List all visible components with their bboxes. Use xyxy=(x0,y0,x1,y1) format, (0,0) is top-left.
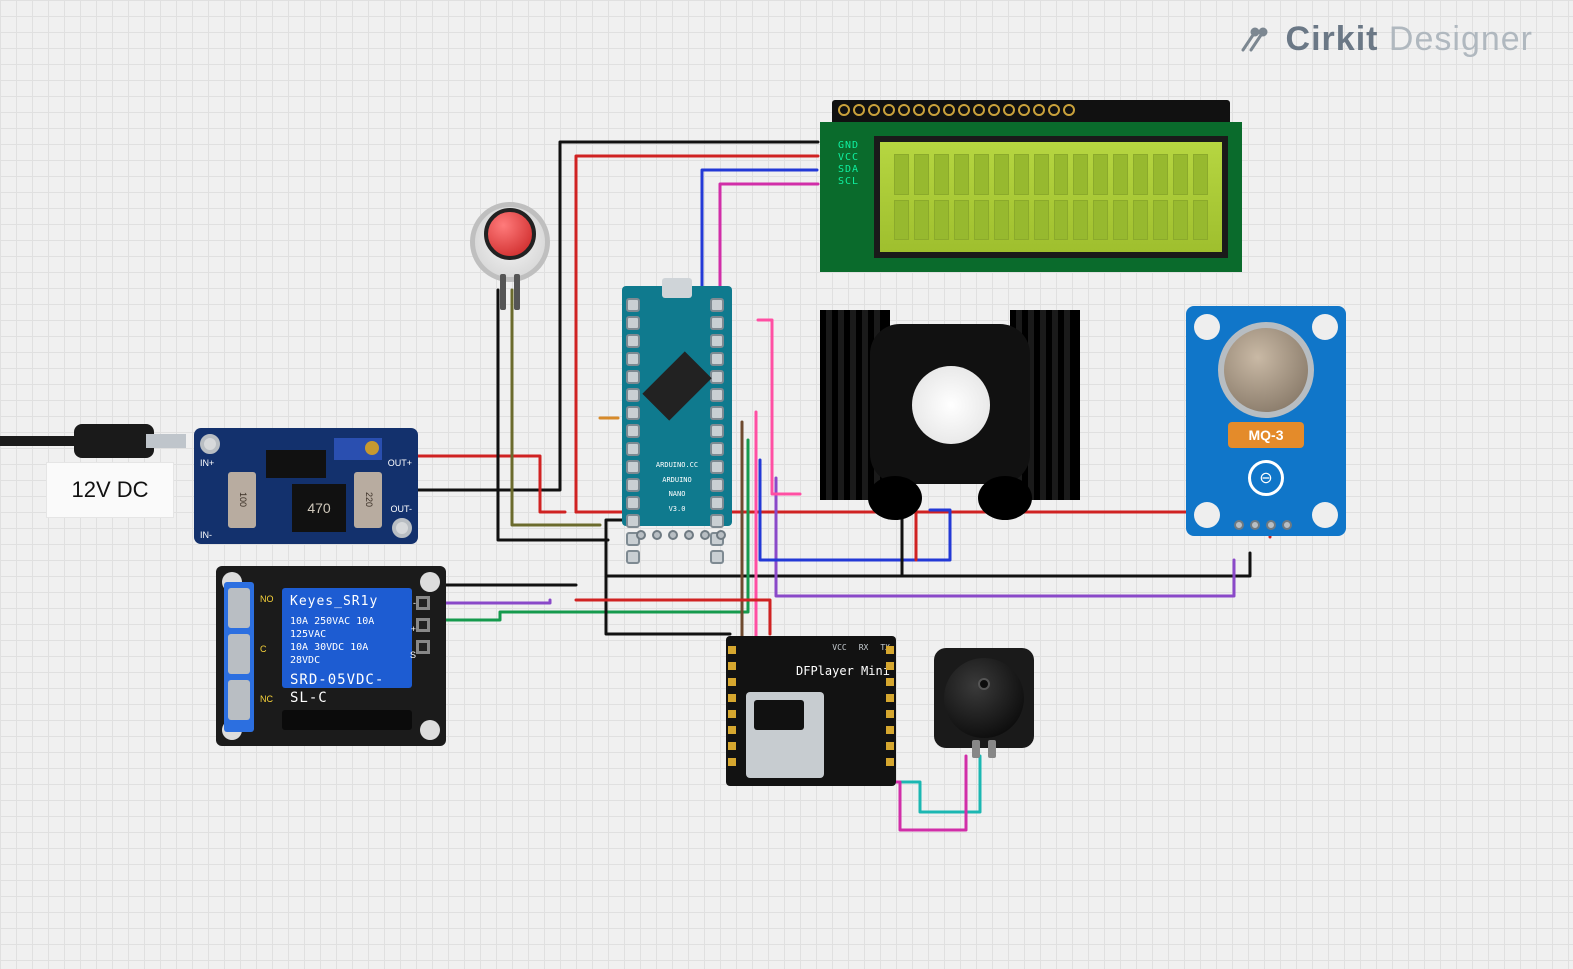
relay-c-label: C xyxy=(260,644,267,654)
mq3-mount-hole xyxy=(1312,502,1338,528)
speaker[interactable] xyxy=(934,648,1034,748)
lcd-pin-gnd-label: GND xyxy=(838,140,859,151)
dfplayer-sd-slot-icon[interactable] xyxy=(746,692,824,778)
mq3-model-label: MQ-3 xyxy=(1228,422,1304,448)
flow-foot xyxy=(868,476,922,520)
lcd-pin-scl-label: SCL xyxy=(838,176,859,187)
dfplayer-title: DFPlayer Mini xyxy=(796,664,892,678)
buck-converter-lm2596[interactable]: 100 470 220 IN- IN+ OUT+ OUT- xyxy=(194,428,418,544)
power-12v-label: 12V DC xyxy=(46,462,174,518)
push-button[interactable] xyxy=(470,202,550,312)
buck-regulator-chip xyxy=(266,450,326,478)
lcd-i2c-16x2[interactable]: GND VCC SDA SCL xyxy=(820,122,1242,272)
nano-silkscreen: ARDUINO.CC ARDUINO NANO V3.0 xyxy=(646,458,708,516)
buck-in-plus-label: IN+ xyxy=(200,458,214,468)
relay-signal-pins[interactable] xyxy=(416,596,440,654)
buck-trimpot[interactable] xyxy=(334,438,382,460)
flow-indicator-icon xyxy=(912,366,990,444)
relay-pin-plus-label: + xyxy=(411,624,416,634)
speaker-lead-pos xyxy=(972,740,980,758)
nano-pin-row-right xyxy=(710,298,728,564)
mq3-mount-hole xyxy=(1312,314,1338,340)
buck-inductor: 470 xyxy=(292,484,346,532)
design-canvas[interactable]: Cirkit Designer GND VCC SDA SCL 12V DC 1… xyxy=(0,0,1573,969)
buck-in-minus-label: IN- xyxy=(200,530,212,540)
mq3-pin-row xyxy=(1234,520,1292,530)
brand-logo-icon xyxy=(1239,20,1285,58)
flow-foot xyxy=(978,476,1032,520)
relay-no-label: NO xyxy=(260,594,274,604)
buck-mount-hole xyxy=(200,434,220,454)
push-button-cap[interactable] xyxy=(484,208,536,260)
lcd-pin-sda-label: SDA xyxy=(838,164,859,175)
speaker-lead-neg xyxy=(988,740,996,758)
buck-mount-hole xyxy=(392,518,412,538)
dfplayer-mini[interactable]: VCC RX TX DFPlayer Mini xyxy=(726,636,896,786)
relay-nc-label: NC xyxy=(260,694,273,704)
buck-cap-in: 100 xyxy=(228,472,256,528)
nano-pin-row-left xyxy=(626,298,644,564)
relay-cube: Keyes_SR1y 10A 250VAC 10A 125VAC 10A 30V… xyxy=(282,588,412,688)
buck-cap-out: 220 xyxy=(354,472,382,528)
nano-bottom-pin-row xyxy=(636,530,726,540)
app-brand: Cirkit Designer xyxy=(1239,20,1533,59)
buck-out-minus-label: OUT- xyxy=(391,504,413,514)
lcd-screen xyxy=(874,136,1228,258)
mq3-mount-hole xyxy=(1194,314,1220,340)
relay-module-1ch[interactable]: NO C NC Keyes_SR1y 10A 250VAC 10A 125VAC… xyxy=(216,566,446,746)
power-12v-text: 12V DC xyxy=(71,477,148,503)
push-button-leg-2 xyxy=(514,274,520,310)
lcd-pin-header xyxy=(832,100,1230,122)
nano-usb-port[interactable] xyxy=(662,278,692,298)
relay-pin-minus-label: - xyxy=(413,598,416,608)
relay-pin-s-label: S xyxy=(410,650,416,660)
push-button-leg-1 xyxy=(500,274,506,310)
nano-mcu-chip xyxy=(642,351,711,420)
lcd-pin-vcc-label: VCC xyxy=(838,152,859,163)
buck-out-plus-label: OUT+ xyxy=(388,458,412,468)
arduino-nano[interactable]: ARDUINO.CC ARDUINO NANO V3.0 xyxy=(622,286,732,526)
mq3-sensor-head-icon xyxy=(1218,322,1314,418)
dfp-top-pin-labels: VCC RX TX xyxy=(726,636,896,658)
speaker-center-icon xyxy=(978,678,990,690)
mq3-mount-hole xyxy=(1194,502,1220,528)
speaker-cone-icon xyxy=(944,658,1024,738)
mq3-sensor-module[interactable]: MQ-3 ⊖ xyxy=(1186,306,1346,536)
lcd-char-grid xyxy=(894,154,1208,240)
water-flow-sensor[interactable] xyxy=(820,300,1080,520)
relay-screw-terminals[interactable] xyxy=(224,582,254,732)
relay-ic xyxy=(282,710,412,730)
dc-cable xyxy=(0,436,80,446)
brand-text-left: Cirkit xyxy=(1286,20,1379,58)
mq3-logo-icon: ⊖ xyxy=(1248,460,1284,496)
dc-plug-body xyxy=(74,424,154,458)
dc-plug-tip xyxy=(146,434,186,448)
brand-text-right: Designer xyxy=(1389,20,1533,58)
